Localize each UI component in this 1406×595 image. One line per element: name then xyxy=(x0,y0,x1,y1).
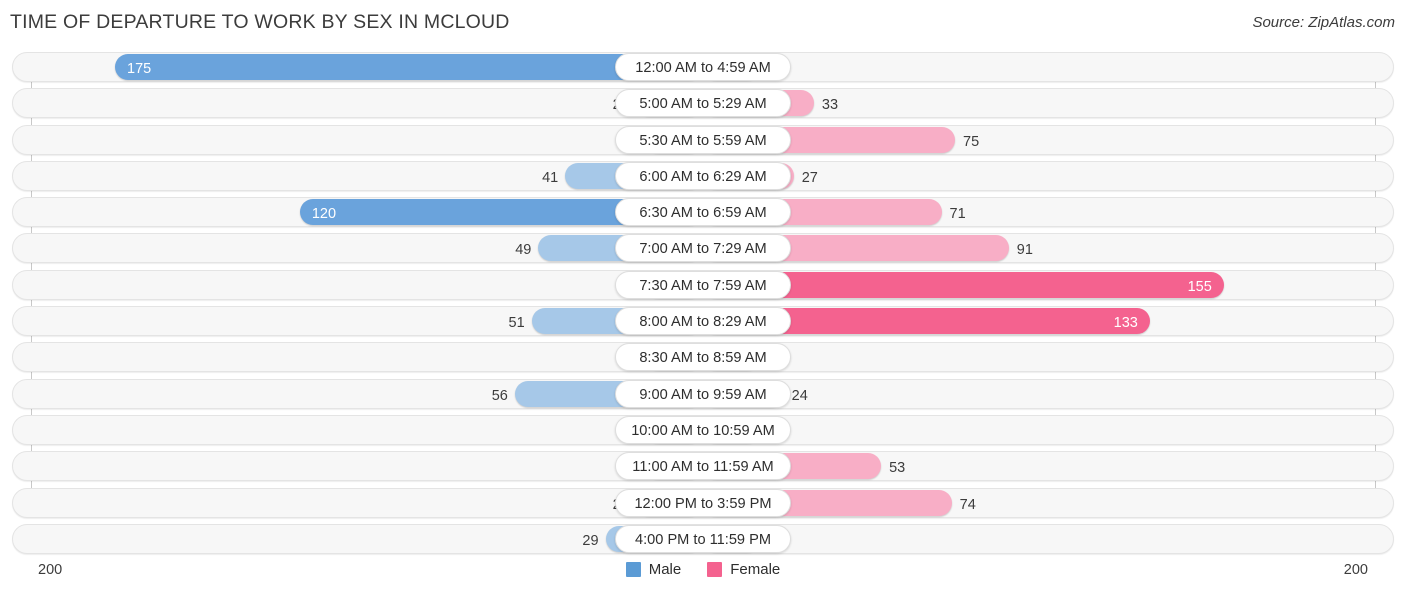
female-half: 27 xyxy=(703,161,1375,191)
legend-label: Male xyxy=(648,561,682,578)
female-value-label: 33 xyxy=(821,97,839,114)
plot-area: 175 112:00 AM to 4:59 AM 20 33 5:00 AM to 5:… xyxy=(0,52,1406,557)
male-value-label: 175 xyxy=(127,61,152,77)
female-half: 71 xyxy=(703,197,1375,227)
female-value-label: 74 xyxy=(959,496,976,513)
male-half: 0 xyxy=(31,415,703,445)
female-half: 133 xyxy=(703,306,1375,336)
bar-row: 0610:00 AM to 10:59 AM xyxy=(0,414,1406,445)
bar-row: 41 27 6:00 AM to 6:29 AM xyxy=(0,160,1406,191)
male-half: 56 xyxy=(31,379,703,409)
bar-row: 29 64:00 PM to 11:59 PM xyxy=(0,523,1406,554)
male-half: 51 xyxy=(31,306,703,336)
category-label: 5:00 AM to 5:29 AM xyxy=(615,89,791,118)
male-half: 6 xyxy=(31,270,703,300)
male-half: 20 xyxy=(31,488,703,518)
female-half: 16 xyxy=(703,342,1375,372)
male-half: 41 xyxy=(31,161,703,191)
category-label: 8:30 AM to 8:59 AM xyxy=(615,343,791,372)
category-label: 6:00 AM to 6:29 AM xyxy=(615,161,791,190)
source-attribution: Source: ZipAtlas.com xyxy=(1252,14,1395,31)
legend-label: Female xyxy=(730,561,781,578)
male-value-label: 41 xyxy=(542,169,559,186)
category-label: 5:30 AM to 5:59 AM xyxy=(615,125,791,154)
male-value-label: 49 xyxy=(515,242,532,259)
bar-row: 51 133 8:00 AM to 8:29 AM xyxy=(0,306,1406,337)
category-label: 8:00 AM to 8:29 AM xyxy=(615,307,791,336)
female-value-label: 91 xyxy=(1016,242,1033,259)
male-half: 20 xyxy=(31,88,703,118)
female-half: 75 xyxy=(703,125,1375,155)
category-label: 4:00 PM to 11:59 PM xyxy=(615,524,791,553)
female-half: 33 xyxy=(703,88,1375,118)
male-half: 0 xyxy=(31,342,703,372)
category-label: 6:30 AM to 6:59 AM xyxy=(615,198,791,227)
bar-row: 6 155 7:30 AM to 7:59 AM xyxy=(0,269,1406,300)
category-label: 7:00 AM to 7:29 AM xyxy=(615,234,791,263)
bar-row: 49 91 7:00 AM to 7:29 AM xyxy=(0,233,1406,264)
female-value-label: 24 xyxy=(791,387,808,404)
bar-row: 175 112:00 AM to 4:59 AM xyxy=(0,52,1406,82)
female-half: 53 xyxy=(703,451,1375,481)
legend-swatch-icon xyxy=(625,562,641,577)
female-value-label: 27 xyxy=(801,169,818,186)
bar-row: 15 75 5:30 AM to 5:59 AM xyxy=(0,124,1406,155)
male-value-label: 56 xyxy=(491,387,508,404)
bar-row: 20 74 12:00 PM to 3:59 PM xyxy=(0,487,1406,518)
bar-row: 20 33 5:00 AM to 5:29 AM xyxy=(0,88,1406,119)
male-half: 0 xyxy=(31,451,703,481)
legend-item-female[interactable]: Female xyxy=(707,561,780,578)
female-half: 6 xyxy=(703,524,1375,554)
page-title: TIME OF DEPARTURE TO WORK BY SEX IN MCLO… xyxy=(10,11,510,33)
bar-row: 0 53 11:00 AM to 11:59 AM xyxy=(0,451,1406,482)
female-half: 24 xyxy=(703,379,1375,409)
chart-page: TIME OF DEPARTURE TO WORK BY SEX IN MCLO… xyxy=(0,0,1406,595)
category-label: 12:00 AM to 4:59 AM xyxy=(615,53,791,81)
category-label: 10:00 AM to 10:59 AM xyxy=(615,415,791,444)
female-value-label: 133 xyxy=(1113,315,1138,332)
female-half: 155 xyxy=(703,270,1375,300)
male-half: 49 xyxy=(31,233,703,263)
legend-item-male[interactable]: Male xyxy=(625,561,682,578)
female-half: 74 xyxy=(703,488,1375,518)
male-value-label: 120 xyxy=(311,206,337,223)
female-value-label: 155 xyxy=(1187,278,1212,295)
category-label: 7:30 AM to 7:59 AM xyxy=(615,270,791,299)
female-value-label: 75 xyxy=(963,133,980,150)
male-half: 15 xyxy=(31,125,703,155)
female-value-label: 71 xyxy=(949,206,966,223)
bar-row: 56 24 9:00 AM to 9:59 AM xyxy=(0,378,1406,409)
chart-legend: Male Female xyxy=(0,561,1406,578)
male-value-label: 29 xyxy=(582,532,599,549)
legend-swatch-icon xyxy=(707,562,723,577)
female-half: 91 xyxy=(703,233,1375,263)
male-half: 175 xyxy=(31,52,703,82)
category-label: 12:00 PM to 3:59 PM xyxy=(615,488,791,517)
male-half: 120 xyxy=(31,197,703,227)
category-label: 9:00 AM to 9:59 AM xyxy=(615,379,791,408)
bar-row: 0168:30 AM to 8:59 AM xyxy=(0,342,1406,373)
male-half: 29 xyxy=(31,524,703,554)
female-half: 1 xyxy=(703,52,1375,82)
bar-rows: 175 112:00 AM to 4:59 AM 20 33 5:00 AM to 5:… xyxy=(0,52,1406,560)
female-half: 6 xyxy=(703,415,1375,445)
male-value-label: 51 xyxy=(508,315,525,332)
bar-row: 120 71 6:30 AM to 6:59 AM xyxy=(0,197,1406,228)
category-label: 11:00 AM to 11:59 AM xyxy=(615,452,791,481)
female-value-label: 53 xyxy=(889,460,906,477)
